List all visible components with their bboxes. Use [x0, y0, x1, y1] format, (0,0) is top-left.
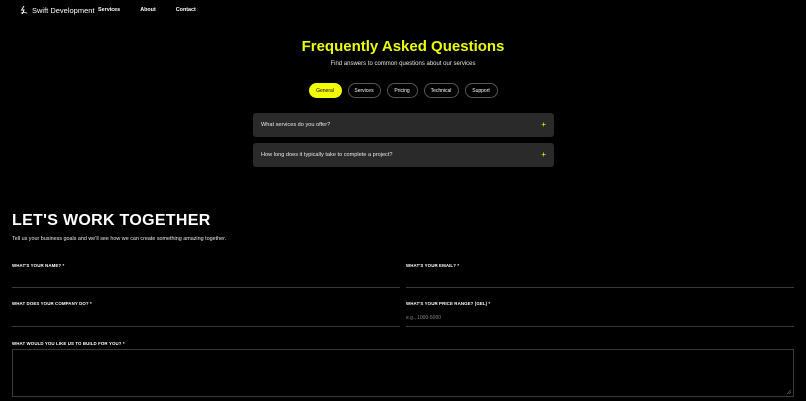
nav-link-services[interactable]: Services — [98, 7, 120, 13]
brand-logo[interactable]: Swift Development — [20, 5, 95, 15]
nav-links: Services About Contact — [98, 7, 196, 13]
faq-item[interactable]: What services do you offer? + — [253, 113, 554, 137]
top-nav: Swift Development Services About Contact — [0, 0, 806, 22]
name-field[interactable] — [12, 272, 400, 286]
contact-title: LET'S WORK TOGETHER — [12, 212, 211, 229]
faq-tabs: General Services Pricing Technical Suppo… — [0, 83, 806, 98]
brand-name: Swift Development — [32, 5, 95, 15]
tab-services[interactable]: Services — [347, 83, 381, 98]
name-label: WHAT'S YOUR NAME? * — [12, 263, 65, 268]
resize-handle-icon[interactable] — [787, 390, 791, 394]
plus-icon: + — [541, 120, 546, 129]
nav-link-about[interactable]: About — [140, 7, 156, 13]
faq-question: What services do you offer? — [261, 122, 331, 128]
company-field[interactable] — [12, 311, 400, 325]
company-label: WHAT DOES YOUR COMPANY DO? * — [12, 301, 92, 306]
name-underline — [12, 287, 400, 288]
price-label: WHAT'S YOUR PRICE RANGE? (GEL) * — [406, 301, 491, 306]
logo-icon — [20, 5, 28, 15]
nav-link-contact[interactable]: Contact — [176, 7, 196, 13]
email-label: WHAT'S YOUR EMAIL? * — [406, 263, 460, 268]
build-label: WHAT WOULD YOU LIKE US TO BUILD FOR YOU?… — [12, 341, 125, 346]
tab-technical[interactable]: Technical — [423, 83, 459, 98]
contact-description: Tell us your business goals and we'll se… — [12, 236, 227, 242]
price-underline — [406, 326, 794, 327]
price-field[interactable] — [406, 311, 794, 325]
company-underline — [12, 326, 400, 327]
tab-support[interactable]: Support — [464, 83, 498, 98]
faq-title: Frequently Asked Questions — [301, 38, 505, 55]
tab-general[interactable]: General — [308, 83, 342, 98]
tab-pricing[interactable]: Pricing — [386, 83, 418, 98]
faq-list: What services do you offer? + How long d… — [253, 113, 554, 173]
faq-subtitle: Find answers to common questions about o… — [330, 61, 476, 67]
project-textarea[interactable] — [12, 349, 794, 397]
email-underline — [406, 287, 794, 288]
plus-icon: + — [541, 150, 546, 159]
faq-question: How long does it typically take to compl… — [261, 152, 393, 158]
email-field[interactable] — [406, 272, 794, 286]
faq-item[interactable]: How long does it typically take to compl… — [253, 143, 554, 167]
